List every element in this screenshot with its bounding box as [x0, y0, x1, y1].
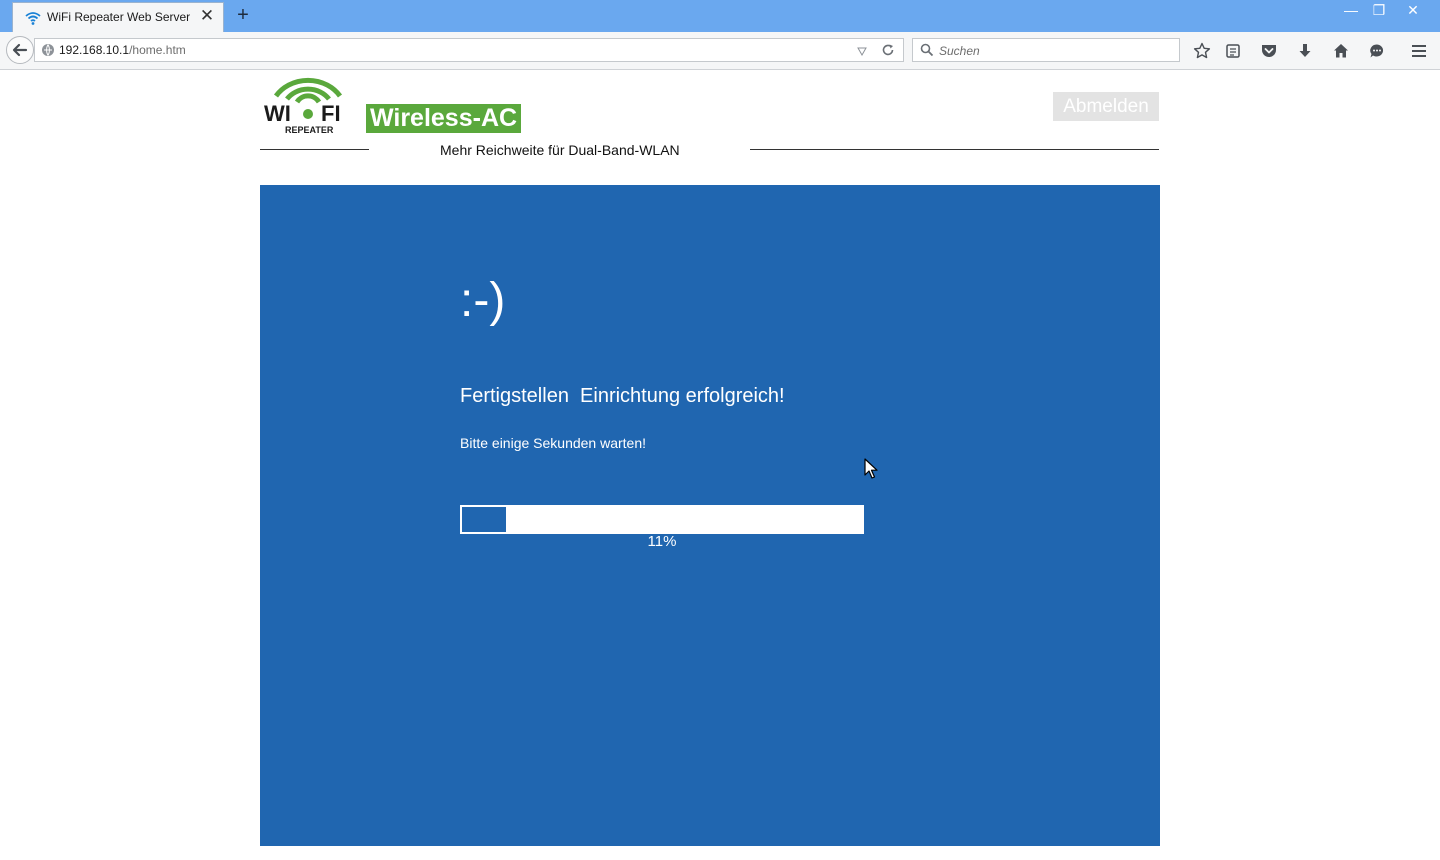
bookmarks-menu-icon[interactable] [1224, 42, 1242, 60]
progress-bar-fill [462, 507, 506, 532]
url-text: 192.168.10.1/home.htm [59, 43, 186, 57]
close-window-icon[interactable]: ✕ [1398, 0, 1428, 22]
progress-bar [460, 505, 864, 534]
svg-text:FI: FI [321, 101, 341, 126]
logout-button[interactable]: Abmelden [1053, 92, 1159, 121]
history-dropdown-icon[interactable] [857, 46, 867, 56]
site-info-icon[interactable] [41, 43, 55, 57]
svg-text:REPEATER: REPEATER [285, 125, 334, 135]
header-divider-left [260, 149, 369, 150]
search-bar[interactable] [912, 38, 1180, 62]
hamburger-menu-icon[interactable] [1410, 42, 1428, 60]
close-tab-icon[interactable]: ✕ [199, 7, 215, 24]
back-arrow-icon [12, 43, 28, 57]
mouse-cursor-icon [864, 458, 878, 479]
back-button[interactable] [6, 36, 34, 64]
smiley-emoticon: :-) [460, 274, 506, 327]
new-tab-icon[interactable]: + [232, 4, 254, 26]
svg-text:WI: WI [264, 101, 291, 126]
url-host: 192.168.10.1 [59, 43, 130, 57]
tagline: Mehr Reichweite für Dual-Band-WLAN [440, 142, 680, 158]
tab-title: WiFi Repeater Web Server [47, 10, 191, 24]
wifi-repeater-logo: WI FI REPEATER [264, 77, 343, 135]
url-path: /home.htm [129, 43, 186, 57]
address-bar[interactable]: 192.168.10.1/home.htm [34, 38, 904, 62]
success-heading: Fertigstellen Einrichtung erfolgreich! [460, 385, 785, 407]
search-icon [920, 43, 934, 57]
bookmark-star-icon[interactable] [1193, 42, 1211, 60]
brand-badge: Wireless-AC [366, 104, 522, 133]
home-icon[interactable] [1332, 42, 1350, 60]
header-divider-right [750, 149, 1159, 150]
setup-complete-panel: :-) Fertigstellen Einrichtung erfolgreic… [260, 185, 1160, 846]
progress-percent-label: 11% [647, 533, 677, 550]
chat-icon[interactable] [1368, 42, 1386, 60]
minimize-icon[interactable]: — [1336, 0, 1366, 22]
download-icon[interactable] [1296, 42, 1314, 60]
search-input[interactable] [937, 42, 1171, 60]
browser-navbar: 192.168.10.1/home.htm [0, 32, 1440, 70]
wait-message: Bitte einige Sekunden warten! [460, 435, 647, 451]
restore-icon[interactable]: ❐ [1364, 0, 1394, 22]
browser-tab[interactable]: WiFi Repeater Web Server ✕ [12, 2, 224, 32]
browser-titlebar: WiFi Repeater Web Server ✕ + — ❐ ✕ [0, 0, 1440, 32]
reload-icon[interactable] [881, 43, 895, 57]
wifi-icon [25, 12, 41, 25]
pocket-icon[interactable] [1260, 42, 1278, 60]
